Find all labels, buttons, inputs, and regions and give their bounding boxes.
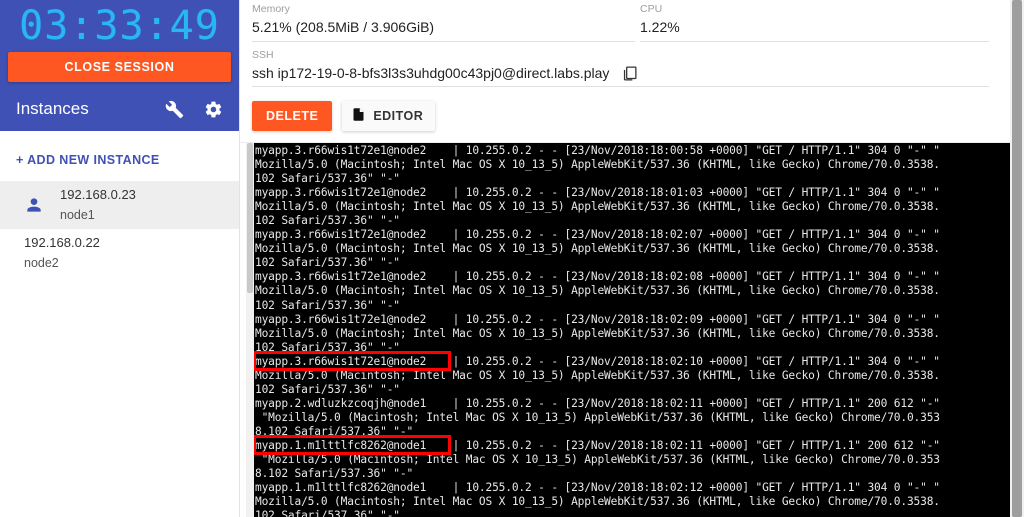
delete-button[interactable]: DELETE bbox=[252, 101, 333, 131]
editor-button-label: EDITOR bbox=[373, 109, 424, 123]
terminal-line: myapp.3.r66wis1t72e1@node2 | 10.255.0.2 … bbox=[255, 186, 940, 200]
terminal-line: 8.102 Safari/537.36" "-" bbox=[255, 424, 414, 438]
instance-item-text: 192.168.0.23 node1 bbox=[54, 185, 136, 225]
sidebar-header: 03:33:49 CLOSE SESSION Instances bbox=[0, 0, 239, 131]
session-timer: 03:33:49 bbox=[19, 3, 220, 49]
memory-field: Memory 5.21% (208.5MiB / 3.906GiB) bbox=[252, 2, 635, 44]
instances-header: Instances bbox=[0, 86, 239, 131]
editor-button[interactable]: EDITOR bbox=[342, 101, 436, 131]
ssh-label: SSH bbox=[252, 49, 274, 61]
terminal-left-scrollbar[interactable] bbox=[246, 143, 254, 517]
terminal-line: Mozilla/5.0 (Macintosh; Intel Mac OS X 1… bbox=[255, 200, 940, 214]
cpu-value: 1.22% bbox=[640, 16, 989, 42]
stats-row: Memory 5.21% (208.5MiB / 3.906GiB) CPU 1… bbox=[252, 0, 1008, 44]
memory-label: Memory bbox=[252, 3, 290, 15]
terminal-line: myapp.3.r66wis1t72e1@node2 | 10.255.0.2 … bbox=[255, 144, 940, 157]
terminal-line: myapp.3.r66wis1t72e1@node2 | 10.255.0.2 … bbox=[255, 312, 940, 326]
terminal-line: myapp.3.r66wis1t72e1@node2 | 10.255.0.2 … bbox=[255, 228, 940, 242]
instance-item-node2[interactable]: 192.168.0.22 node2 bbox=[0, 229, 239, 277]
action-buttons: DELETE EDITOR bbox=[240, 89, 1024, 143]
cpu-label: CPU bbox=[640, 3, 663, 15]
instance-name: node1 bbox=[60, 208, 95, 222]
terminal-line: 102 Safari/537.36" "-" bbox=[255, 172, 400, 186]
instance-list: 192.168.0.23 node1 192.168.0.22 node2 bbox=[0, 181, 239, 277]
memory-value: 5.21% (208.5MiB / 3.906GiB) bbox=[252, 16, 635, 42]
terminal-line: myapp.2.wdluzkzcoqjh@node1 | 10.255.0.2 … bbox=[255, 396, 940, 410]
terminal-line: Mozilla/5.0 (Macintosh; Intel Mac OS X 1… bbox=[255, 495, 940, 509]
terminal-line: 102 Safari/537.36" "-" bbox=[255, 340, 400, 354]
instance-ip: 192.168.0.23 bbox=[60, 187, 136, 202]
copy-icon[interactable] bbox=[621, 64, 638, 83]
terminal-line: 102 Safari/537.36" "-" bbox=[255, 298, 400, 312]
terminal-line: 102 Safari/537.36" "-" bbox=[255, 256, 400, 270]
terminal-line: Mozilla/5.0 (Macintosh; Intel Mac OS X 1… bbox=[255, 242, 940, 256]
instances-title: Instances bbox=[16, 99, 89, 118]
gear-icon[interactable] bbox=[204, 100, 223, 119]
terminal-line-highlighted: myapp.3.r66wis1t72e1@node2 | 10.255.0.2 … bbox=[254, 350, 1010, 371]
ssh-command[interactable]: ssh ip172-19-0-8-bfs3l3s3uhdg00c43pj0@di… bbox=[252, 62, 609, 84]
terminal-line: myapp.1.m1lttlfc8262@node1 | 10.255.0.2 … bbox=[255, 481, 940, 495]
instance-stats: Memory 5.21% (208.5MiB / 3.906GiB) CPU 1… bbox=[240, 0, 1024, 89]
play-with-docker-app: 03:33:49 CLOSE SESSION Instances + ADD N… bbox=[0, 0, 1024, 517]
cpu-field: CPU 1.22% bbox=[640, 2, 989, 44]
terminal-line: Mozilla/5.0 (Macintosh; Intel Mac OS X 1… bbox=[255, 158, 940, 172]
terminal-line: 102 Safari/537.36" "-" bbox=[255, 214, 400, 228]
terminal-left-scrollbar-thumb[interactable] bbox=[247, 143, 253, 293]
document-icon bbox=[351, 106, 366, 126]
sidebar-tool-icons bbox=[165, 100, 223, 119]
instance-item-text: 192.168.0.22 node2 bbox=[24, 233, 100, 273]
terminal-line: "Mozilla/5.0 (Macintosh; Intel Mac OS X … bbox=[255, 453, 940, 467]
instance-ip: 192.168.0.22 bbox=[24, 235, 100, 250]
ssh-field: SSH ssh ip172-19-0-8-bfs3l3s3uhdg00c43pj… bbox=[252, 48, 989, 89]
terminal-line: Mozilla/5.0 (Macintosh; Intel Mac OS X 1… bbox=[255, 368, 940, 382]
close-session-button[interactable]: CLOSE SESSION bbox=[8, 52, 231, 82]
sidebar: 03:33:49 CLOSE SESSION Instances + ADD N… bbox=[0, 0, 240, 517]
main-panel: Memory 5.21% (208.5MiB / 3.906GiB) CPU 1… bbox=[240, 0, 1024, 517]
terminal-line: 102 Safari/537.36" "-" bbox=[255, 509, 400, 517]
instance-name: node2 bbox=[24, 256, 59, 270]
terminal-log-output[interactable]: myapp.3.r66wis1t72e1@node2 | 10.255.0.2 … bbox=[254, 143, 1010, 517]
terminal-line: Mozilla/5.0 (Macintosh; Intel Mac OS X 1… bbox=[255, 284, 940, 298]
terminal-line: Mozilla/5.0 (Macintosh; Intel Mac OS X 1… bbox=[255, 326, 940, 340]
terminal-line: "Mozilla/5.0 (Macintosh; Intel Mac OS X … bbox=[255, 410, 940, 424]
page-scrollbar-thumb[interactable] bbox=[1012, 0, 1022, 517]
terminal-area: myapp.3.r66wis1t72e1@node2 | 10.255.0.2 … bbox=[240, 143, 1024, 517]
person-icon bbox=[14, 195, 54, 215]
terminal-line-highlighted: myapp.1.m1lttlfc8262@node1 | 10.255.0.2 … bbox=[254, 434, 1010, 455]
page-scrollbar[interactable] bbox=[1010, 0, 1024, 517]
ssh-value-row: ssh ip172-19-0-8-bfs3l3s3uhdg00c43pj0@di… bbox=[252, 62, 989, 87]
terminal-line: 102 Safari/537.36" "-" bbox=[255, 382, 400, 396]
terminal-line: 8.102 Safari/537.36" "-" bbox=[255, 467, 414, 481]
terminal-line: myapp.3.r66wis1t72e1@node2 | 10.255.0.2 … bbox=[255, 270, 940, 284]
add-new-instance-button[interactable]: + ADD NEW INSTANCE bbox=[0, 131, 239, 181]
instance-item-node1[interactable]: 192.168.0.23 node1 bbox=[0, 181, 239, 229]
wrench-icon[interactable] bbox=[165, 100, 184, 119]
